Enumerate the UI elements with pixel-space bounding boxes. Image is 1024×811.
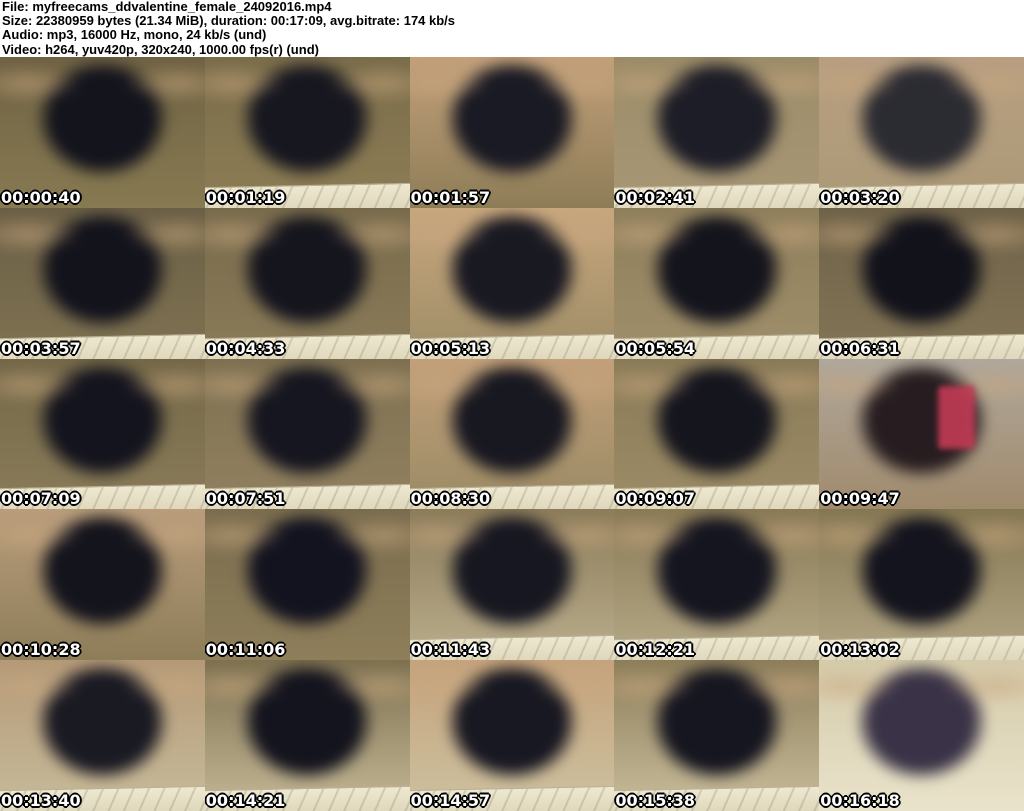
timestamp-overlay: 00:14:57 bbox=[410, 791, 491, 810]
timestamp-overlay: 00:05:54 bbox=[615, 338, 695, 358]
timestamp-overlay: 00:15:38 bbox=[615, 791, 695, 810]
video-thumbnail: 00:03:57 bbox=[0, 207, 205, 359]
video-thumbnail: 00:07:09 bbox=[0, 358, 205, 510]
file-name-line: File: myfreecams_ddvalentine_female_2409… bbox=[2, 0, 332, 14]
video-thumbnail: 00:08:30 bbox=[409, 358, 615, 510]
video-thumbnail: 00:03:20 bbox=[819, 57, 1024, 208]
timestamp-overlay: 00:01:57 bbox=[410, 187, 491, 207]
timestamp-overlay: 00:03:20 bbox=[820, 187, 900, 207]
timestamp-overlay: 00:13:40 bbox=[1, 791, 81, 810]
video-thumbnail: 00:11:06 bbox=[204, 509, 410, 661]
timestamp-overlay: 00:08:30 bbox=[410, 489, 491, 509]
thumbnail-photo-placeholder bbox=[0, 57, 205, 208]
thumbnail-photo-placeholder bbox=[0, 509, 205, 661]
video-thumbnail: 00:13:40 bbox=[0, 660, 205, 811]
video-thumbnail: 00:14:57 bbox=[409, 660, 615, 811]
timestamp-overlay: 00:00:40 bbox=[1, 187, 81, 207]
video-thumbnail: 00:01:19 bbox=[204, 57, 410, 208]
video-thumbnail: 00:05:13 bbox=[409, 207, 615, 359]
file-size-line: Size: 22380959 bytes (21.34 MiB), durati… bbox=[2, 13, 456, 29]
timestamp-overlay: 00:04:33 bbox=[205, 338, 286, 358]
video-thumbnail: 00:07:51 bbox=[204, 358, 410, 510]
video-thumbnail: 00:11:43 bbox=[409, 509, 615, 661]
media-info-header: File: myfreecams_ddvalentine_female_2409… bbox=[0, 0, 1024, 57]
thumbnail-grid: 00:00:40 00:01:19 00:01:57 00:02:41 00:0… bbox=[0, 57, 1024, 811]
timestamp-overlay: 00:09:47 bbox=[820, 489, 900, 509]
timestamp-overlay: 00:01:19 bbox=[205, 187, 286, 207]
video-thumbnail: 00:12:21 bbox=[614, 509, 820, 661]
video-thumbnail: 00:04:33 bbox=[204, 207, 410, 359]
timestamp-overlay: 00:09:07 bbox=[615, 489, 695, 509]
video-thumbnail: 00:00:40 bbox=[0, 57, 205, 208]
video-thumbnail: 00:09:07 bbox=[614, 358, 820, 510]
timestamp-overlay: 00:07:51 bbox=[205, 489, 286, 509]
video-thumbnail: 00:02:41 bbox=[614, 57, 820, 208]
timestamp-overlay: 00:05:13 bbox=[410, 338, 491, 358]
timestamp-overlay: 00:11:43 bbox=[410, 640, 491, 660]
timestamp-overlay: 00:16:18 bbox=[820, 791, 900, 810]
thumbnail-photo-placeholder bbox=[819, 660, 1024, 811]
video-thumbnail: 00:15:38 bbox=[614, 660, 820, 811]
thumbnail-photo-placeholder bbox=[819, 358, 1024, 510]
timestamp-overlay: 00:07:09 bbox=[1, 489, 81, 509]
audio-info-line: Audio: mp3, 16000 Hz, mono, 24 kb/s (und… bbox=[2, 27, 267, 43]
timestamp-overlay: 00:06:31 bbox=[820, 338, 900, 358]
timestamp-overlay: 00:13:02 bbox=[820, 640, 900, 660]
video-thumbnail: 00:09:47 bbox=[819, 358, 1024, 510]
video-thumbnail: 00:05:54 bbox=[614, 207, 820, 359]
video-contact-sheet: File: myfreecams_ddvalentine_female_2409… bbox=[0, 0, 1024, 811]
video-thumbnail: 00:01:57 bbox=[409, 57, 615, 208]
thumbnail-photo-placeholder bbox=[409, 57, 615, 208]
video-thumbnail: 00:13:02 bbox=[819, 509, 1024, 661]
timestamp-overlay: 00:03:57 bbox=[1, 338, 81, 358]
video-thumbnail: 00:16:18 bbox=[819, 660, 1024, 811]
video-thumbnail: 00:06:31 bbox=[819, 207, 1024, 359]
timestamp-overlay: 00:14:21 bbox=[205, 791, 286, 810]
thumbnail-photo-placeholder bbox=[204, 509, 410, 661]
thumbnail-accent-object bbox=[937, 385, 975, 450]
video-thumbnail: 00:10:28 bbox=[0, 509, 205, 661]
timestamp-overlay: 00:10:28 bbox=[1, 640, 81, 660]
timestamp-overlay: 00:11:06 bbox=[205, 640, 286, 660]
video-info-line: Video: h264, yuv420p, 320x240, 1000.00 f… bbox=[2, 41, 319, 57]
timestamp-overlay: 00:02:41 bbox=[615, 187, 695, 207]
video-thumbnail: 00:14:21 bbox=[204, 660, 410, 811]
timestamp-overlay: 00:12:21 bbox=[615, 640, 695, 660]
